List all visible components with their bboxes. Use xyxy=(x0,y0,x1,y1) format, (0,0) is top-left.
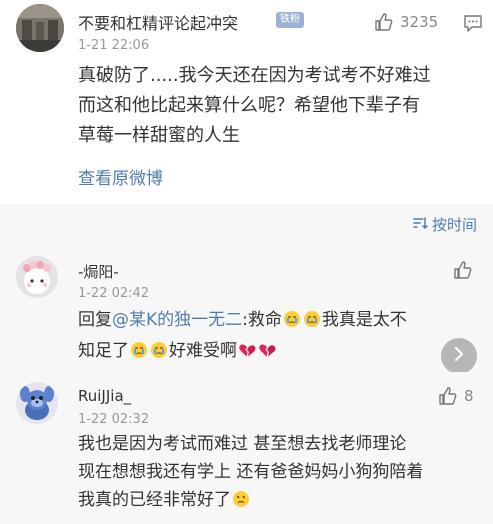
comment-line: 草莓一样甜蜜的人生 xyxy=(78,125,240,146)
thumbs-up-icon xyxy=(374,12,394,32)
broken-heart-emoji xyxy=(258,340,276,368)
reply-line: 我也是因为考试而难过 甚至想去找老师理论 xyxy=(78,434,407,454)
main-comment: 不要和杠精评论起冲突 铁粉 1-21 22:06 3235 真破防了.....我… xyxy=(0,0,493,204)
fan-badge: 铁粉 xyxy=(276,12,304,28)
next-button[interactable] xyxy=(441,338,477,374)
view-original-link[interactable]: 查看原微博 xyxy=(78,164,163,189)
chevron-right-icon xyxy=(452,346,466,366)
reply-text-segment: 知足了 xyxy=(78,341,129,361)
comment-body: 真破防了.....我今天还在因为考试考不好难过 而这和他比起来算什么呢？希望他下… xyxy=(78,61,431,151)
like-button[interactable]: 3235 xyxy=(374,12,438,32)
thumbs-up-icon xyxy=(453,260,473,280)
sort-label: 按时间 xyxy=(431,216,477,234)
reply-avatar[interactable] xyxy=(16,256,58,298)
crying-face-emoji xyxy=(283,309,301,337)
reply-line: 现在想想我还有学上 还有爸爸妈妈小狗狗陪着 xyxy=(78,462,424,482)
reply-line: 知足了 好难受啊 xyxy=(78,337,407,368)
frowning-face-emoji xyxy=(232,489,250,517)
comment-line: 真破防了.....我今天还在因为考试考不好难过 xyxy=(78,65,431,86)
reply-text-segment: 我真的已经非常好了 xyxy=(78,490,231,510)
mention-link[interactable]: @某K的独一无二 xyxy=(112,310,242,330)
reply-item: RuiJJia_ 1-22 02:32 8 我也是因为考试而难过 甚至想去找老师… xyxy=(0,372,493,524)
reply-username[interactable]: RuiJJia_ xyxy=(78,387,131,405)
reply-line: 回复@某K的独一无二:救命 我真是太不 xyxy=(78,306,407,337)
reply-line: 我真的已经非常好了 xyxy=(78,486,423,517)
reply-text-segment: :救命 xyxy=(242,310,282,330)
reply-body: 回复@某K的独一无二:救命 我真是太不 知足了 好难受啊 xyxy=(78,306,407,368)
avatar-image xyxy=(16,4,64,52)
reply-text-segment: 我真是太不 xyxy=(321,310,407,330)
reply-text-segment: 好难受啊 xyxy=(169,341,237,361)
comment-line: 而这和他比起来算什么呢？希望他下辈子有 xyxy=(78,95,420,116)
comment-username[interactable]: 不要和杠精评论起冲突 xyxy=(78,10,238,34)
reply-item: -焗阳- 1-22 02:42 回复@某K的独一无二:救命 我真是太不 知足了 好难… xyxy=(0,248,493,372)
sort-icon xyxy=(412,215,428,235)
reply-like-button[interactable] xyxy=(453,260,473,280)
crying-face-emoji xyxy=(130,340,148,368)
user-avatar[interactable] xyxy=(16,4,64,52)
reply-timestamp: 1-22 02:42 xyxy=(78,286,150,301)
reply-prefix: 回复 xyxy=(78,310,112,330)
reply-body: 我也是因为考试而难过 甚至想去找老师理论 现在想想我还有学上 还有爸爸妈妈小狗狗… xyxy=(78,430,423,517)
crying-face-emoji xyxy=(150,340,168,368)
sort-toggle[interactable]: 按时间 xyxy=(412,214,477,235)
reply-avatar[interactable] xyxy=(16,382,58,424)
comment-timestamp: 1-21 22:06 xyxy=(78,38,150,53)
avatar-image xyxy=(16,256,58,298)
like-count: 8 xyxy=(464,387,474,405)
reply-like-button[interactable]: 8 xyxy=(438,386,474,406)
broken-heart-emoji xyxy=(238,340,256,368)
reply-timestamp: 1-22 02:32 xyxy=(78,412,150,427)
thumbs-up-icon xyxy=(438,386,458,406)
reply-username[interactable]: -焗阳- xyxy=(78,261,119,282)
avatar-image xyxy=(16,382,58,424)
like-count: 3235 xyxy=(400,13,439,31)
crying-face-emoji xyxy=(303,309,321,337)
comment-icon[interactable] xyxy=(463,13,483,37)
